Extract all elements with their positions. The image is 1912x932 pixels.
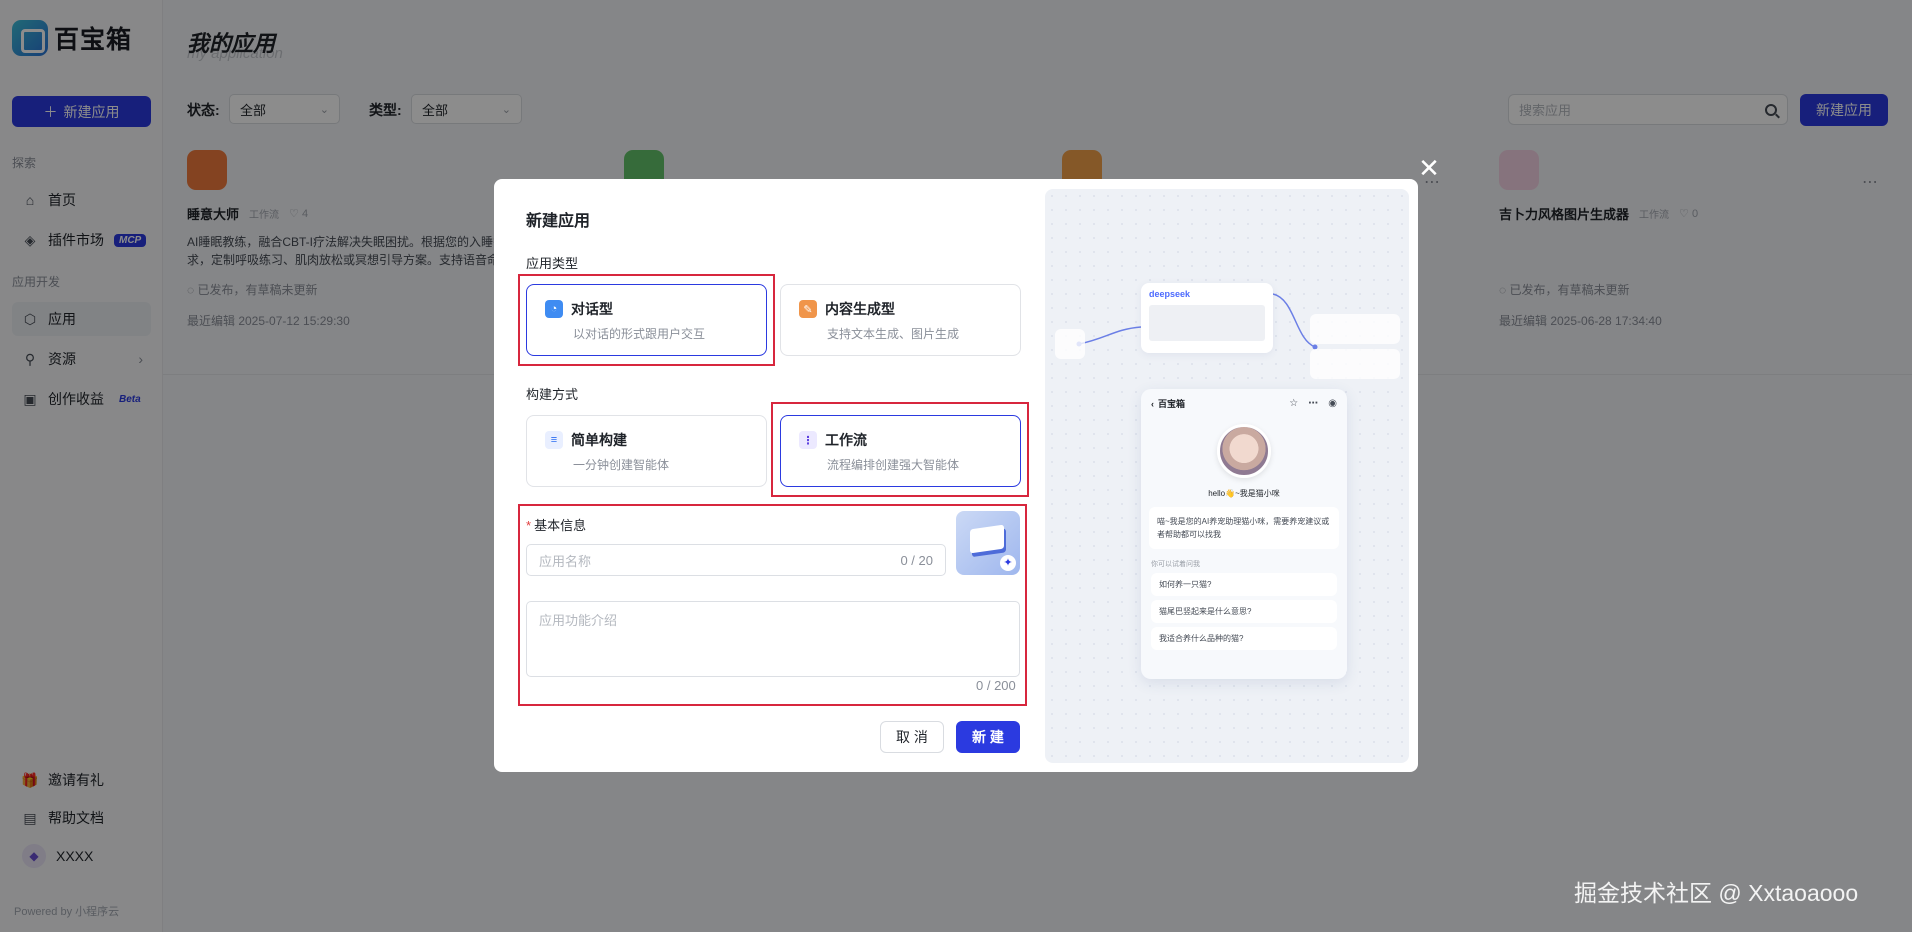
- record-icon: ◉: [1328, 398, 1337, 409]
- preview-question: 我适合养什么品种的猫?: [1151, 627, 1337, 650]
- type-option-content[interactable]: ✎ 内容生成型 支持文本生成、图片生成: [780, 284, 1021, 356]
- star-icon: ☆: [1289, 398, 1299, 409]
- option-name: 内容生成型: [825, 301, 895, 317]
- app-type-label: 应用类型: [526, 256, 579, 271]
- node-body: [1149, 305, 1265, 341]
- cancel-button[interactable]: 取 消: [880, 721, 944, 753]
- option-name: 简单构建: [571, 432, 627, 448]
- option-desc: 一分钟创建智能体: [573, 458, 670, 472]
- cat-avatar: [1217, 424, 1271, 478]
- new-app-dialog: 新建应用 应用类型 ◔ 对话型 以对话的形式跟用户交互 ✎ 内容生成型 支持文本…: [494, 179, 1418, 772]
- back-icon: ‹: [1151, 398, 1154, 409]
- build-option-simple[interactable]: ≡ 简单构建 一分钟创建智能体: [526, 415, 767, 487]
- close-icon[interactable]: ✕: [1418, 155, 1440, 181]
- more-icon: ⋯: [1308, 398, 1319, 409]
- preview-hello: hello👋~我是猫小咪: [1208, 489, 1280, 498]
- list-icon: ≡: [545, 431, 563, 449]
- flow-node: deepseek: [1141, 283, 1273, 353]
- node-label: deepseek: [1149, 289, 1191, 299]
- preview-app-name: 百宝箱: [1158, 399, 1186, 409]
- preview-question: 如何养一只猫?: [1151, 573, 1337, 596]
- build-method-label: 构建方式: [526, 387, 579, 402]
- preview-intro: 喵~我是您的AI养宠助理猫小咪，需要养宠建议或者帮助都可以找我: [1149, 507, 1339, 549]
- highlight-box-workflow: [771, 402, 1029, 497]
- create-button[interactable]: 新 建: [956, 721, 1020, 753]
- watermark: 掘金技术社区 @ Xxtaoaooo: [1574, 880, 1859, 906]
- phone-preview: ‹ 百宝箱 ☆ ⋯ ◉ hello👋~我是猫小咪 喵~我是您的AI养宠助理猫小咪…: [1141, 389, 1347, 679]
- preview-tip: 你可以试着问我: [1151, 561, 1200, 568]
- option-desc: 支持文本生成、图片生成: [827, 327, 960, 341]
- preview-panel: deepseek ‹ 百宝箱 ☆ ⋯ ◉ hello👋~我是猫小咪 喵~我是您的…: [1045, 189, 1409, 763]
- highlight-box-app-type: [518, 274, 775, 366]
- feather-icon: ✎: [799, 300, 817, 318]
- preview-question: 猫尾巴竖起来是什么意思?: [1151, 600, 1337, 623]
- highlight-box-basic-info: [518, 504, 1027, 706]
- dialog-title: 新建应用: [526, 213, 591, 230]
